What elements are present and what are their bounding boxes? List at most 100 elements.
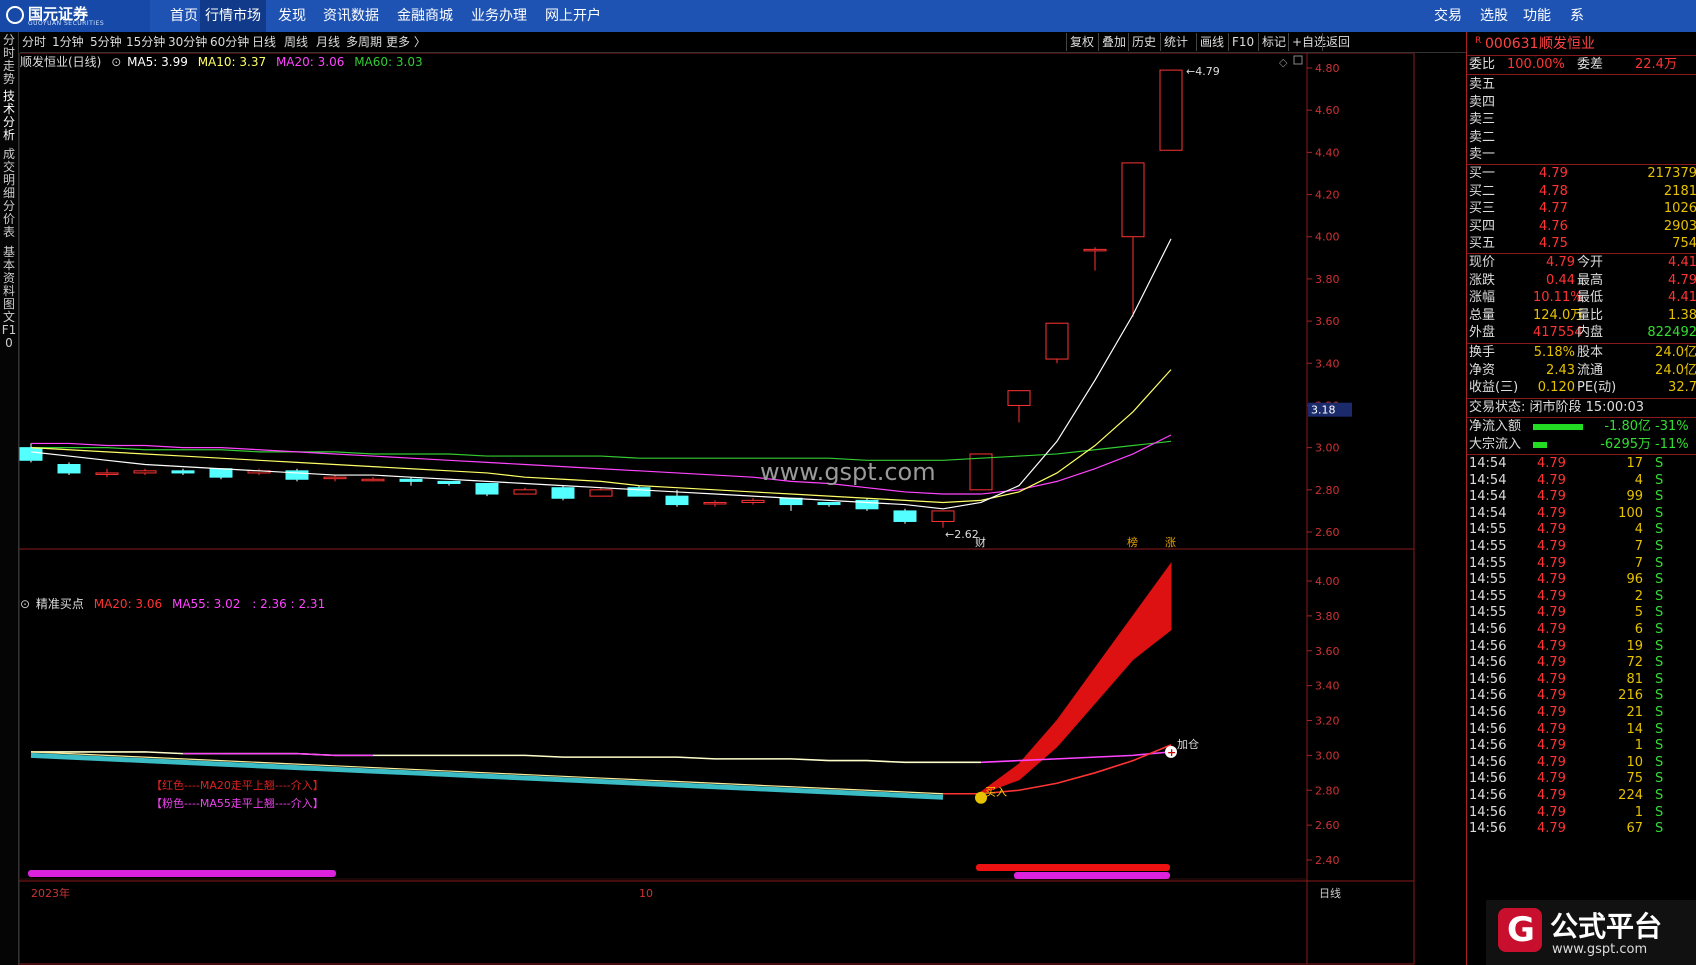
buy-label: 买四 [1469, 218, 1496, 234]
sell-label: 卖二 [1469, 129, 1496, 145]
nav-item-6[interactable]: 网上开户 [540, 0, 606, 32]
nav-item-4[interactable]: 金融商城 [392, 0, 458, 32]
tick-price: 4.79 [1537, 671, 1566, 687]
current-price-label: 3.18 [1311, 404, 1336, 417]
tool-1[interactable]: 叠加 [1098, 33, 1129, 51]
tool-4[interactable]: 画线 [1196, 33, 1227, 51]
tick-time: 14:56 [1469, 721, 1507, 737]
tick-row-14: 14:56 4.79 216 S [1467, 687, 1696, 705]
tick-time: 14:54 [1469, 505, 1507, 521]
tick-side: S [1655, 605, 1664, 621]
sub-legend: ⊙ 精准买点 MA20: 3.06 MA55: 3.02 : 2.36 : 2.… [20, 596, 325, 612]
tick-row-0: 14:54 4.79 17 S [1467, 455, 1696, 473]
nav-item-2[interactable]: 发现 [271, 0, 313, 32]
nav-right-item-2[interactable]: 功能 [1516, 0, 1558, 32]
period-1[interactable]: 1分钟 [52, 32, 84, 52]
ma10-line [30, 369, 1172, 504]
period-4[interactable]: 30分钟 [168, 32, 207, 52]
period-0[interactable]: 分时 [22, 32, 46, 52]
period-8[interactable]: 月线 [316, 32, 340, 52]
period-10[interactable]: 更多 〉 [386, 32, 426, 52]
weibi-row: 委比 100.00% 委差 22.4万 [1467, 56, 1696, 74]
tick-row-20: 14:56 4.79 224 S [1467, 787, 1696, 805]
stat2-value: 5.18% [1533, 345, 1575, 360]
buy-row-4[interactable]: 买五 4.75 754 [1467, 235, 1696, 253]
stat2-label: 净资 [1469, 362, 1496, 378]
tool-3[interactable]: 统计 [1160, 33, 1191, 51]
stat-value2: 4.79 [1668, 272, 1696, 288]
legend-ma5: MA5: 3.99 [127, 55, 188, 69]
tick-time: 14:54 [1469, 489, 1507, 505]
sub-ytick-label: 4.00 [1315, 575, 1340, 588]
left-tab-2[interactable]: 成交明细 [1, 148, 17, 200]
tick-vol: 72 [1626, 655, 1643, 671]
tool-5[interactable]: F10 [1228, 33, 1257, 51]
tick-time: 14:55 [1469, 572, 1507, 588]
sub-ytick-label: 2.80 [1315, 784, 1340, 797]
sell-row-3[interactable]: 卖二 [1467, 129, 1696, 147]
main-legend-title: 顺发恒业(日线) [20, 55, 102, 69]
sell-row-4[interactable]: 卖一 [1467, 146, 1696, 164]
tool-2[interactable]: 历史 [1128, 33, 1159, 51]
tick-price: 4.79 [1537, 705, 1566, 720]
tick-side: S [1655, 821, 1664, 837]
sub-toggle-icon[interactable]: ⊙ [20, 597, 30, 611]
tool-0[interactable]: 复权 [1066, 33, 1097, 51]
sell-row-2[interactable]: 卖三 [1467, 111, 1696, 129]
tool-8[interactable]: 返回 [1322, 33, 1353, 51]
period-9[interactable]: 多周期 [346, 32, 382, 52]
tool-6[interactable]: 标记 [1258, 33, 1289, 51]
quote-header[interactable]: R 000631 顺发恒业 [1467, 34, 1696, 54]
chart-area[interactable]: 4.80 4.60 4.40 4.20 4.00 3.80 3.60 3.40 3.20 3.00… [19, 53, 1415, 965]
sell-row-0[interactable]: 卖五 [1467, 76, 1696, 94]
main-ytick-label: 4.00 [1315, 231, 1340, 244]
nav-item-1[interactable]: 行情市场 [200, 0, 266, 32]
period-5[interactable]: 60分钟 [210, 32, 249, 52]
period-7[interactable]: 周线 [284, 32, 308, 52]
buy-price: 4.76 [1539, 218, 1568, 234]
nav-item-5[interactable]: 业务办理 [466, 0, 532, 32]
candle-body [703, 501, 727, 505]
nav-item-3[interactable]: 资讯数据 [318, 0, 384, 32]
sell-row-1[interactable]: 卖四 [1467, 94, 1696, 112]
legend-ma20: MA20: 3.06 [275, 55, 345, 69]
candle-body [19, 447, 43, 461]
nav-right-item-3[interactable]: 系 [1562, 0, 1592, 32]
stat-row-3: 总量 124.0万 量比 1.38 [1467, 307, 1696, 325]
tick-side: S [1655, 671, 1664, 687]
tick-price: 4.79 [1537, 605, 1566, 621]
gspt-title: 公式平台 [1550, 910, 1663, 943]
tick-price: 4.79 [1537, 539, 1566, 554]
left-tab-0[interactable]: 分时走势 [1, 34, 17, 86]
left-tab-3[interactable]: 分价表 [1, 200, 17, 239]
candle-body [1045, 322, 1069, 360]
legend-toggle-icon[interactable]: ⊙ [111, 55, 121, 69]
tick-vol: 19 [1626, 638, 1643, 654]
tick-vol: 10 [1626, 754, 1643, 770]
left-tab-5[interactable]: 图文F10 [1, 298, 17, 350]
buy-row-2[interactable]: 买三 4.77 1026 [1467, 200, 1696, 218]
brand-logo[interactable]: 国元证券 GUOYUAN SECURITIES [0, 0, 150, 32]
nav-right-item-0[interactable]: 交易 [1428, 0, 1468, 32]
event-marker-0: 财 [975, 535, 986, 549]
period-3[interactable]: 15分钟 [126, 32, 165, 52]
period-6[interactable]: 日线 [252, 32, 276, 52]
signal-bar-pink-right [1014, 872, 1170, 879]
sub-legend-ma55: MA55: 3.02 [171, 597, 241, 611]
tick-vol: 2 [1634, 588, 1643, 604]
tick-row-1: 14:54 4.79 4 S [1467, 472, 1696, 490]
period-2[interactable]: 5分钟 [90, 32, 122, 52]
tick-time: 14:56 [1469, 771, 1507, 787]
left-tab-4[interactable]: 基本资料 [1, 246, 17, 298]
buy-row-1[interactable]: 买二 4.78 2181 [1467, 183, 1696, 201]
tick-side: S [1655, 555, 1664, 571]
nav-right-item-1[interactable]: 选股 [1473, 0, 1515, 32]
buy-row-0[interactable]: 买一 4.79 217379 [1467, 165, 1696, 183]
tick-row-7: 14:55 4.79 96 S [1467, 571, 1696, 589]
buy-label: 买三 [1469, 201, 1496, 217]
buy-row-3[interactable]: 买四 4.76 2903 [1467, 218, 1696, 236]
tick-vol: 4 [1634, 472, 1643, 488]
candle-body [513, 489, 537, 495]
logo-sub: GUOYUAN SECURITIES [28, 20, 105, 27]
left-tab-1[interactable]: 技术分析 [1, 90, 17, 142]
